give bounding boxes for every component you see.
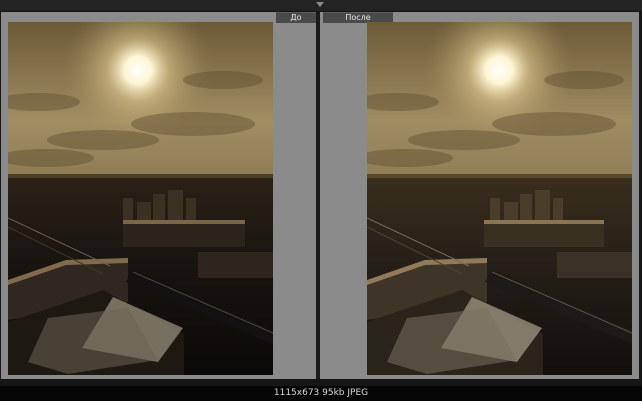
compare-divider[interactable] <box>316 12 320 379</box>
top-bar <box>0 0 642 11</box>
image-info: 1115x673 95kb JPEG <box>273 388 369 398</box>
triangle-down-icon[interactable] <box>316 2 324 7</box>
after-photo <box>367 22 632 375</box>
status-bar: 1115x673 95kb JPEG <box>0 386 642 401</box>
before-photo <box>8 22 273 375</box>
compare-window: До После <box>0 0 642 386</box>
before-label: До <box>276 12 316 23</box>
